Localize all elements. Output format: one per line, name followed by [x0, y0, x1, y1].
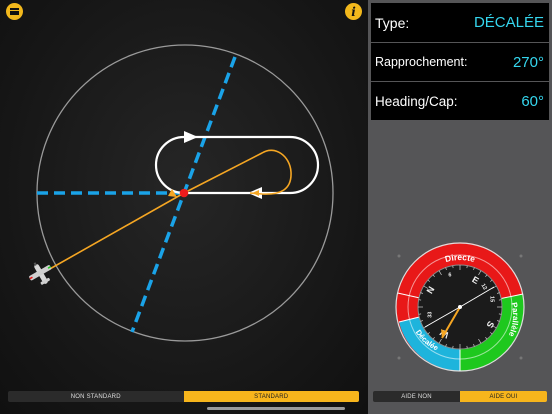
heading-row[interactable]: Heading/Cap: 60°: [371, 82, 549, 120]
compass-15: 15: [488, 296, 494, 302]
aide-toggle[interactable]: AIDE NON AIDE OUI: [373, 391, 547, 402]
type-value: DÉCALÉE: [473, 14, 544, 31]
entry-track: [47, 149, 292, 271]
holding-diagram: i NON STANDARD STANDARD: [0, 0, 368, 414]
entry-sector-compass: Directe Parallèle Décalée N E S W 33 15 …: [395, 242, 525, 372]
standard-option[interactable]: STANDARD: [183, 391, 359, 402]
compass-33: 33: [427, 312, 433, 318]
aide-oui-option[interactable]: AIDE OUI: [460, 391, 547, 402]
rapprochement-value[interactable]: 270°: [513, 54, 544, 71]
info-icon: i: [351, 4, 356, 19]
type-row: Type: DÉCALÉE: [371, 3, 549, 42]
rapprochement-label: Rapprochement:: [375, 55, 468, 69]
rapprochement-row[interactable]: Rapprochement: 270°: [371, 43, 549, 81]
type-label: Type:: [375, 14, 410, 31]
non-standard-option[interactable]: NON STANDARD: [8, 391, 184, 402]
home-indicator: [207, 407, 345, 410]
heading-label: Heading/Cap:: [375, 93, 458, 109]
compass-6: 6: [448, 273, 451, 279]
aide-non-option[interactable]: AIDE NON: [373, 391, 460, 402]
holding-canvas: [29, 44, 334, 342]
holding-fix-point: [179, 188, 189, 198]
standard-toggle[interactable]: NON STANDARD STANDARD: [8, 391, 359, 402]
heading-value[interactable]: 60°: [521, 93, 544, 110]
hamburger-menu-icon: [10, 8, 19, 15]
aircraft-icon: [29, 262, 52, 285]
menu-button[interactable]: [6, 3, 23, 20]
racetrack-arrow-north: [184, 131, 198, 143]
info-button[interactable]: i: [345, 3, 362, 20]
